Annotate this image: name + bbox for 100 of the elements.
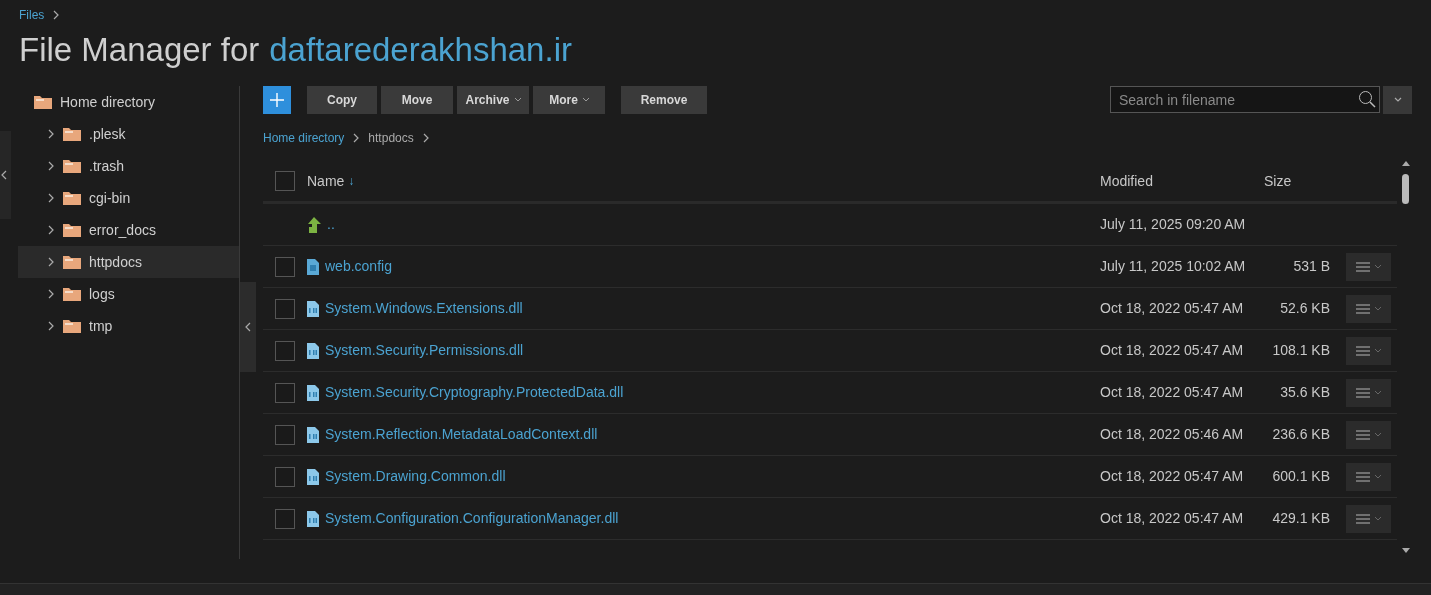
search-field[interactable]: Search in filename — [1110, 86, 1380, 113]
caret-icon — [1375, 516, 1381, 521]
chevron-icon — [47, 289, 55, 299]
caret-icon — [1375, 474, 1381, 479]
column-header[interactable]: Modified — [1100, 172, 1153, 189]
chevron-icon — [47, 129, 55, 139]
file-size: 600.1 KB — [1272, 468, 1330, 484]
toolbar-button[interactable]: Move — [381, 85, 453, 114]
modified-date: Oct 18, 2022 05:47 AM — [1100, 384, 1244, 400]
binary-file-icon — [307, 510, 319, 527]
row-menu-button[interactable] — [1346, 504, 1391, 533]
folder-icon — [63, 287, 81, 301]
row-checkbox[interactable] — [275, 382, 295, 403]
binary-file-icon — [307, 426, 319, 443]
menu-icon — [1356, 429, 1370, 440]
chevron-icon — [47, 257, 55, 267]
file-size: 52.6 KB — [1280, 300, 1330, 316]
file-name-link[interactable]: web.config — [325, 256, 392, 277]
folder-icon — [63, 191, 81, 205]
folder-icon — [63, 223, 81, 237]
domain-link[interactable]: daftarederakhshan.ir — [269, 30, 572, 70]
caret-icon — [1375, 390, 1381, 395]
scroll-down-icon[interactable] — [1401, 548, 1410, 553]
chevron-icon — [0, 170, 8, 180]
folder-icon — [63, 255, 81, 269]
menu-icon — [1356, 345, 1370, 356]
file-name-link[interactable]: System.Drawing.Common.dll — [325, 466, 506, 487]
toolbar-button[interactable]: Archive — [457, 85, 529, 114]
collapse-tab[interactable] — [0, 131, 11, 219]
menu-icon — [1356, 513, 1370, 524]
toolbar-button[interactable]: More — [533, 85, 605, 114]
column-header[interactable]: Size — [1264, 172, 1292, 189]
row-menu-button[interactable] — [1346, 336, 1391, 365]
folder-icon — [34, 95, 52, 109]
chevron-icon — [47, 193, 55, 203]
search-icon — [1358, 90, 1376, 108]
toolbar-button[interactable]: Copy — [307, 85, 377, 114]
file-size: 108.1 KB — [1272, 342, 1330, 358]
row-checkbox[interactable] — [275, 424, 295, 445]
row-checkbox[interactable] — [275, 298, 295, 319]
folder-icon — [63, 127, 81, 141]
caret-icon — [1375, 306, 1381, 311]
plus-icon — [270, 92, 284, 107]
row-checkbox[interactable] — [275, 466, 295, 487]
binary-file-icon — [307, 300, 319, 317]
chevron-icon — [421, 133, 430, 143]
row-menu-button[interactable] — [1346, 462, 1391, 491]
chevron-icon — [52, 10, 61, 20]
row-checkbox[interactable] — [275, 340, 295, 361]
file-size: 35.6 KB — [1280, 384, 1330, 400]
chevron-icon — [47, 161, 55, 171]
row-menu-button[interactable] — [1346, 252, 1391, 281]
modified-date: Oct 18, 2022 05:47 AM — [1100, 510, 1244, 526]
binary-file-icon — [307, 468, 319, 485]
path-link[interactable]: Home directory — [263, 129, 345, 147]
folder-icon — [63, 319, 81, 333]
caret-icon — [1375, 432, 1381, 437]
row-checkbox[interactable] — [275, 256, 295, 277]
path-link[interactable]: httpdocs — [368, 129, 414, 147]
add-button[interactable] — [263, 85, 291, 114]
tree-item[interactable]: Home directory — [18, 86, 239, 118]
scrollbar-thumb[interactable] — [1402, 174, 1409, 204]
file-name-link[interactable]: System.Windows.Extensions.dll — [325, 298, 523, 319]
row-menu-button[interactable] — [1346, 294, 1391, 323]
modified-date: Oct 18, 2022 05:46 AM — [1100, 426, 1244, 442]
modified-date: July 11, 2025 09:20 AM — [1100, 216, 1246, 232]
chevron-icon — [47, 321, 55, 331]
chevron-icon — [352, 133, 361, 143]
file-name-link[interactable]: System.Configuration.ConfigurationManager.dll — [325, 508, 619, 529]
menu-icon — [1356, 387, 1370, 398]
folder-icon — [63, 159, 81, 173]
file-name-link[interactable]: .. — [327, 214, 335, 235]
file-icon — [307, 258, 319, 275]
dropdown-button[interactable] — [1383, 85, 1412, 114]
binary-file-icon — [307, 342, 319, 359]
tree-item[interactable]: httpdocs — [18, 246, 239, 278]
file-size: 531 B — [1293, 258, 1330, 274]
file-size: 429.1 KB — [1272, 510, 1330, 526]
row-checkbox[interactable] — [275, 508, 295, 529]
caret-icon — [1375, 348, 1381, 353]
sort-indicator: ↓ — [348, 173, 355, 190]
page-title: File Manager for — [19, 30, 260, 70]
modified-date: July 11, 2025 10:02 AM — [1100, 258, 1246, 274]
file-name-link[interactable]: System.Security.Cryptography.ProtectedData.dll — [325, 382, 624, 403]
breadcrumb-link[interactable]: Files — [19, 6, 45, 24]
scroll-up-icon[interactable] — [1401, 161, 1410, 166]
column-header[interactable]: Name — [307, 170, 345, 192]
row-menu-button[interactable] — [1346, 420, 1391, 449]
modified-date: Oct 18, 2022 05:47 AM — [1100, 468, 1244, 484]
file-name-link[interactable]: System.Security.Permissions.dll — [325, 340, 524, 361]
file-name-link[interactable]: System.Reflection.MetadataLoadContext.dll — [325, 424, 598, 445]
modified-date: Oct 18, 2022 05:47 AM — [1100, 342, 1244, 358]
toolbar-button[interactable]: Remove — [621, 85, 707, 114]
row-menu-button[interactable] — [1346, 378, 1391, 407]
select-all-checkbox[interactable] — [275, 171, 295, 191]
up-arrow-icon — [307, 216, 321, 233]
caret-icon — [1375, 264, 1381, 269]
menu-icon — [1356, 261, 1370, 272]
menu-icon — [1356, 471, 1370, 482]
menu-icon — [1356, 303, 1370, 314]
